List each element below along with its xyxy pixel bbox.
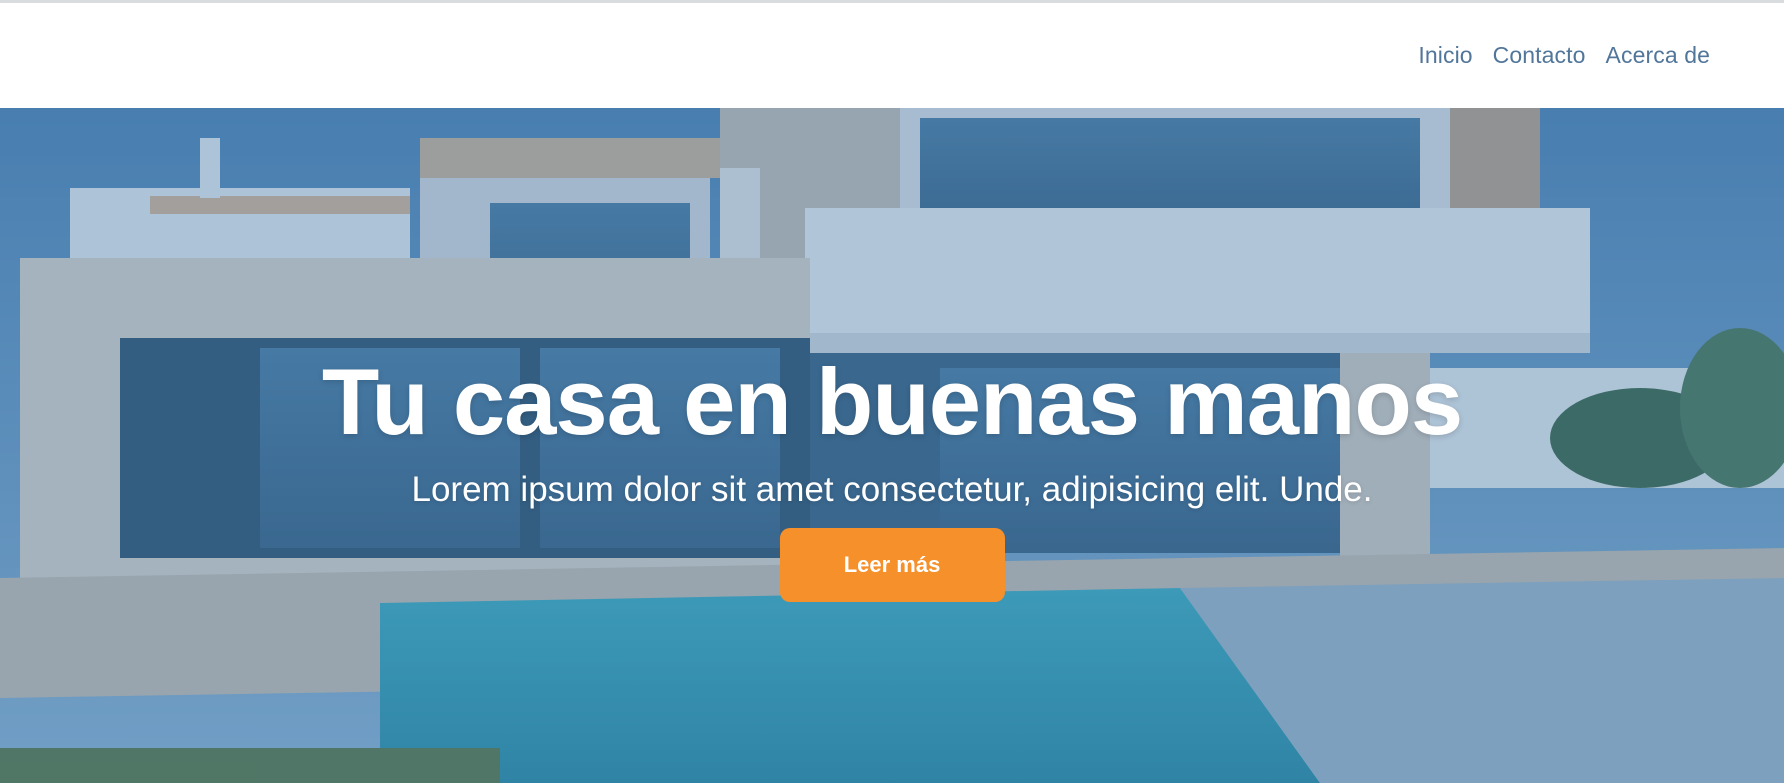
hero-content: Tu casa en buenas manos Lorem ipsum dolo…	[0, 108, 1784, 783]
hero-title: Tu casa en buenas manos	[321, 349, 1463, 454]
nav-link-contacto[interactable]: Contacto	[1493, 42, 1586, 69]
site-header: Inicio Contacto Acerca de	[0, 3, 1784, 108]
hero-subtitle: Lorem ipsum dolor sit amet consectetur, …	[411, 470, 1373, 509]
read-more-button[interactable]: Leer más	[779, 528, 1005, 602]
hero-section: Tu casa en buenas manos Lorem ipsum dolo…	[0, 108, 1784, 783]
nav-link-acerca-de[interactable]: Acerca de	[1606, 42, 1710, 69]
nav-link-inicio[interactable]: Inicio	[1418, 42, 1472, 69]
main-nav: Inicio Contacto Acerca de	[1418, 42, 1710, 69]
